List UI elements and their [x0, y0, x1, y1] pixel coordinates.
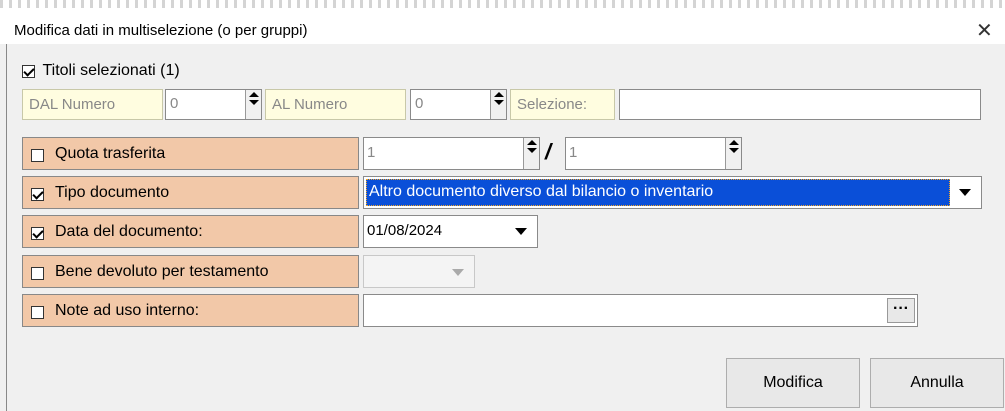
from-number-value: 0	[170, 95, 179, 112]
bene-devoluto-select[interactable]	[363, 255, 475, 288]
data-documento-value: 01/08/2024	[367, 222, 443, 239]
to-number-spin-buttons[interactable]	[490, 90, 506, 119]
selected-titles-checkbox[interactable]	[22, 64, 35, 78]
tipo-documento-row-label-box[interactable]: Tipo documento	[22, 176, 359, 209]
chevron-down-icon[interactable]	[452, 269, 464, 276]
bene-devoluto-checkbox[interactable]	[31, 267, 44, 281]
note-input[interactable]: ···	[363, 294, 918, 327]
selection-label: Selezione:	[510, 89, 615, 120]
modifica-button[interactable]: Modifica	[726, 358, 860, 408]
to-number-spinner[interactable]: 0	[410, 89, 507, 120]
selected-titles-label: Titoli selezionati (1)	[42, 62, 180, 79]
quota-numerator-spinner[interactable]: 1	[363, 137, 540, 170]
note-row-label-box[interactable]: Note ad uso interno:	[22, 294, 359, 327]
quota-label: Quota trasferita	[55, 145, 166, 162]
spin-down-icon[interactable]	[493, 100, 504, 105]
bene-devoluto-label: Bene devoluto per testamento	[55, 263, 269, 280]
to-number-value: 0	[415, 95, 424, 112]
tipo-documento-checkbox[interactable]	[31, 188, 44, 202]
tipo-documento-select[interactable]: Altro documento diverso dal bilancio o i…	[363, 176, 982, 209]
tipo-documento-label: Tipo documento	[55, 184, 170, 201]
data-documento-label: Data del documento:	[55, 223, 203, 240]
bene-devoluto-row-label-box[interactable]: Bene devoluto per testamento	[22, 255, 359, 288]
annulla-button[interactable]: Annulla	[870, 358, 1004, 408]
spin-down-icon[interactable]	[248, 100, 259, 105]
window-title: Modifica dati in multiselezione (o per g…	[14, 22, 308, 39]
quota-separator: /	[545, 139, 552, 164]
quota-row-label-box[interactable]: Quota trasferita	[22, 137, 359, 170]
quota-denominator-spinner[interactable]: 1	[565, 137, 742, 170]
chevron-down-icon[interactable]	[959, 189, 971, 196]
quota-denominator-value: 1	[569, 144, 578, 161]
left-border	[6, 44, 7, 411]
quota-checkbox[interactable]	[31, 149, 44, 163]
data-documento-checkbox[interactable]	[31, 227, 44, 241]
quota-numerator-spin-buttons[interactable]	[523, 138, 539, 169]
tipo-documento-selected-highlight: Altro documento diverso dal bilancio o i…	[366, 179, 950, 206]
spin-up-icon[interactable]	[493, 92, 504, 97]
data-documento-row-label-box[interactable]: Data del documento:	[22, 215, 359, 248]
note-checkbox[interactable]	[31, 306, 44, 320]
spin-down-icon[interactable]	[526, 148, 537, 153]
close-icon[interactable]: ✕	[976, 18, 993, 43]
tipo-documento-value: Altro documento diverso dal bilancio o i…	[369, 183, 714, 200]
to-number-label: AL Numero	[265, 89, 406, 120]
spin-up-icon[interactable]	[728, 140, 739, 145]
from-number-spinner[interactable]: 0	[165, 89, 262, 120]
note-label: Note ad uso interno:	[55, 302, 200, 319]
chevron-down-icon[interactable]	[515, 228, 527, 235]
quota-denominator-spin-buttons[interactable]	[725, 138, 741, 169]
spin-up-icon[interactable]	[248, 92, 259, 97]
spin-up-icon[interactable]	[526, 140, 537, 145]
top-decoration	[0, 0, 1005, 8]
quota-numerator-value: 1	[367, 144, 376, 161]
selected-titles-checkbox-row[interactable]: Titoli selezionati (1)	[22, 62, 180, 80]
note-ellipsis-button[interactable]: ···	[887, 298, 915, 323]
from-number-label: DAL Numero	[22, 89, 163, 120]
data-documento-date-picker[interactable]: 01/08/2024	[363, 215, 538, 248]
selection-input[interactable]	[619, 89, 981, 120]
from-number-spin-buttons[interactable]	[245, 90, 261, 119]
spin-down-icon[interactable]	[728, 148, 739, 153]
